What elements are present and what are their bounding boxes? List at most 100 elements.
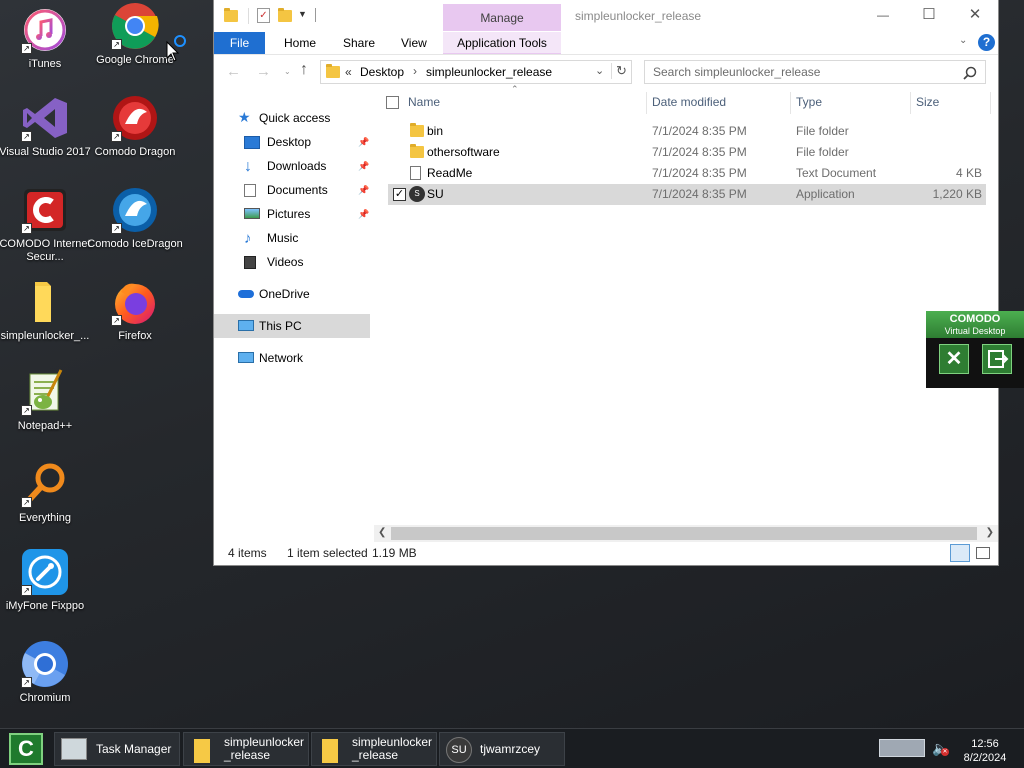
desktop-icon-comodo-internet-security[interactable]: ↗ COMODO Internet Secur...: [0, 186, 93, 264]
nav-quick-access[interactable]: ★ Quick access: [214, 106, 370, 130]
busy-cursor-icon: [166, 34, 188, 62]
column-header-type[interactable]: Type: [796, 91, 822, 114]
breadcrumb-desktop[interactable]: Desktop: [360, 65, 404, 79]
column-divider: [990, 92, 991, 114]
taskbar-explorer-2[interactable]: simpleunlocker _release: [311, 732, 437, 766]
expand-ribbon-icon[interactable]: ⌄: [959, 35, 967, 46]
desktop-icon-chromium[interactable]: ↗ Chromium: [0, 640, 93, 705]
column-divider: [646, 92, 647, 114]
tab-share[interactable]: Share: [343, 32, 375, 54]
recent-locations-icon[interactable]: ⌄: [284, 67, 291, 76]
file-row-selected[interactable]: ✓ S SU 7/1/2024 8:35 PM Application 1,22…: [388, 184, 986, 205]
nav-onedrive[interactable]: OneDrive: [214, 282, 370, 306]
task-manager-icon: [61, 738, 87, 760]
folder-icon: [21, 278, 69, 326]
selection-size: 1.19 MB: [372, 546, 417, 560]
column-header-name[interactable]: Name: [408, 91, 440, 114]
folder-icon: [322, 739, 338, 763]
maximize-button[interactable]: ☐: [906, 0, 952, 31]
manage-context-group: Manage: [443, 4, 561, 31]
nav-item-videos[interactable]: Videos: [214, 250, 370, 274]
taskbar-task-manager[interactable]: Task Manager: [54, 732, 180, 766]
nav-item-music[interactable]: ♪ Music: [214, 226, 370, 250]
tab-view[interactable]: View: [401, 32, 427, 54]
keyboard-icon[interactable]: [879, 739, 925, 757]
search-input[interactable]: Search simpleunlocker_release: [644, 60, 986, 84]
desktop-icon-comodo-dragon[interactable]: ↗ Comodo Dragon: [87, 94, 183, 159]
desktop-icon-label: Comodo IceDragon: [87, 238, 183, 250]
select-all-checkbox[interactable]: [386, 96, 399, 109]
qat-separator: [315, 8, 316, 22]
sort-up-icon: ⌃: [511, 84, 519, 94]
taskbar-su-app[interactable]: SU tjwamrzcey: [439, 732, 565, 766]
pin-icon: 📌: [358, 137, 370, 147]
tab-application-tools[interactable]: Application Tools: [443, 32, 561, 54]
desktop-icon-label: iTunes: [28, 58, 62, 70]
imyfone-fixppo-icon: ↗: [21, 548, 69, 596]
nav-network[interactable]: Network: [214, 346, 370, 370]
download-arrow-icon: ↓: [244, 158, 252, 175]
close-virtual-desktop-button[interactable]: ✕: [939, 344, 969, 374]
search-icon: [963, 65, 977, 80]
desktop-icon-simpleunlocker-folder[interactable]: simpleunlocker_...: [0, 278, 93, 343]
file-row[interactable]: bin 7/1/2024 8:35 PM File folder: [388, 121, 986, 142]
nav-item-pictures[interactable]: Pictures 📌: [214, 202, 370, 226]
file-row[interactable]: othersoftware 7/1/2024 8:35 PM File fold…: [388, 142, 986, 163]
forward-arrow-icon[interactable]: →: [256, 63, 271, 80]
desktop-icon-visual-studio[interactable]: ↗ Visual Studio 2017: [0, 94, 93, 159]
help-icon[interactable]: ?: [978, 34, 995, 51]
column-header-size[interactable]: Size: [916, 91, 939, 114]
shortcut-arrow-icon: ↗: [111, 131, 122, 142]
folder-icon: [410, 123, 424, 137]
qat-dropdown-icon[interactable]: ▼: [298, 9, 307, 19]
address-bar[interactable]: « Desktop › simpleunlocker_release ⌄ ↻: [320, 60, 632, 84]
title-bar: ✓ ▼ Manage simpleunlocker_release — ☐ ✕: [214, 0, 998, 31]
up-arrow-icon[interactable]: ↑: [300, 61, 308, 79]
desktop-icon-imyfone-fixppo[interactable]: ↗ iMyFone Fixppo: [0, 548, 93, 613]
refresh-icon[interactable]: ↻: [611, 63, 631, 79]
details-view-icon[interactable]: [950, 544, 970, 562]
file-explorer-window: ✓ ▼ Manage simpleunlocker_release — ☐ ✕ …: [214, 0, 998, 565]
tab-home[interactable]: Home: [284, 32, 316, 54]
row-checkbox-checked[interactable]: ✓: [393, 188, 406, 201]
scroll-left-icon[interactable]: ❮: [378, 527, 386, 538]
file-row[interactable]: ReadMe 7/1/2024 8:35 PM Text Document 4 …: [388, 163, 986, 184]
nav-item-documents[interactable]: Documents 📌: [214, 178, 370, 202]
scroll-right-icon[interactable]: ❯: [986, 527, 994, 538]
itunes-icon: ↗: [21, 6, 69, 54]
tab-file[interactable]: File: [214, 32, 265, 54]
selection-count: 1 item selected: [287, 546, 368, 560]
desktop-icon-firefox[interactable]: ↗ Firefox: [87, 278, 183, 343]
taskbar-explorer-1[interactable]: simpleunlocker _release: [183, 732, 309, 766]
exit-virtual-desktop-button[interactable]: [982, 344, 1012, 374]
address-dropdown-icon[interactable]: ⌄: [595, 64, 604, 77]
desktop-icon-everything[interactable]: ↗ Everything: [0, 460, 93, 525]
scrollbar-thumb[interactable]: [391, 527, 977, 540]
close-button[interactable]: ✕: [952, 0, 998, 31]
breadcrumb-folder[interactable]: simpleunlocker_release: [426, 65, 552, 79]
nav-item-desktop[interactable]: Desktop 📌: [214, 130, 370, 154]
column-header-date[interactable]: Date modified: [652, 91, 726, 114]
visual-studio-icon: ↗: [21, 94, 69, 142]
clock[interactable]: 12:56 8/2/2024: [953, 737, 1017, 765]
app-su-icon: S: [409, 186, 425, 202]
desktop-icon-label: Firefox: [118, 330, 152, 342]
nav-this-pc[interactable]: This PC: [214, 314, 370, 338]
new-folder-icon[interactable]: [278, 8, 292, 22]
taskbar: C Task Manager simpleunlocker _release s…: [0, 728, 1024, 768]
comodo-start-button[interactable]: C: [9, 733, 43, 765]
desktop-icon-comodo-icedragon[interactable]: ↗ Comodo IceDragon: [87, 186, 183, 251]
back-arrow-icon[interactable]: ←: [226, 63, 241, 80]
folder-icon: [326, 64, 340, 78]
horizontal-scrollbar[interactable]: ❮ ❯: [374, 525, 998, 542]
desktop-icon-itunes[interactable]: ↗ iTunes: [0, 6, 93, 71]
address-overflow[interactable]: «: [345, 65, 352, 79]
desktop-icon-notepad-plus-plus[interactable]: ↗ Notepad++: [0, 368, 93, 433]
breadcrumb-separator[interactable]: ›: [413, 64, 417, 78]
minimize-button[interactable]: —: [860, 0, 906, 31]
shortcut-arrow-icon: ↗: [21, 223, 32, 234]
large-icons-view-icon[interactable]: [976, 547, 990, 559]
properties-checkmark-icon[interactable]: ✓: [257, 8, 270, 23]
qat-separator: [248, 8, 249, 24]
nav-item-downloads[interactable]: ↓ Downloads 📌: [214, 154, 370, 178]
